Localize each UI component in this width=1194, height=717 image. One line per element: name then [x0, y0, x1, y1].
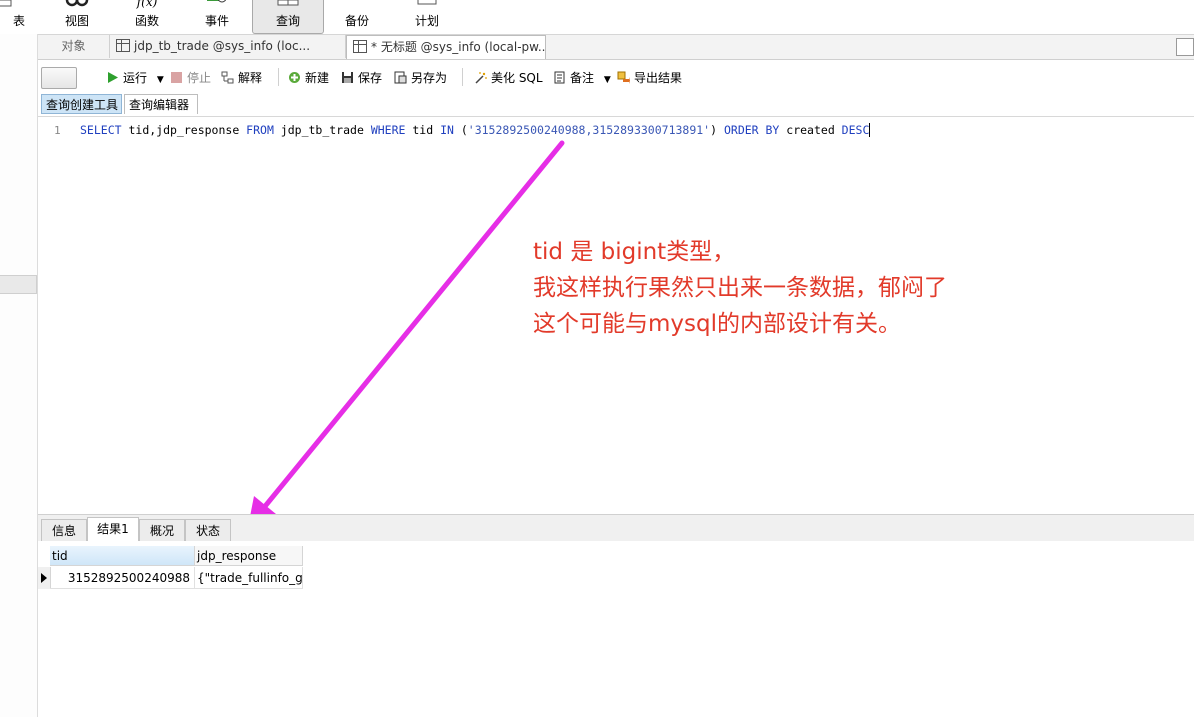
- table-cell-jdp-response[interactable]: {"trade_fullinfo_get: [195, 567, 303, 589]
- tab-overview[interactable]: 概况: [139, 519, 185, 541]
- current-row-arrow-icon: [41, 573, 47, 583]
- column-header-tid[interactable]: tid: [50, 546, 195, 566]
- annotation-line-2: 我这样执行果然只出来一条数据，郁闷了: [533, 275, 947, 301]
- tab-result-1[interactable]: 结果1: [87, 517, 139, 542]
- tab-status[interactable]: 状态: [185, 519, 231, 541]
- result-grid: tid jdp_response 3152892500240988 {"trad…: [38, 541, 1194, 717]
- table-cell-tid[interactable]: 3152892500240988: [50, 567, 195, 589]
- arrow-shaft: [259, 140, 565, 513]
- tab-info[interactable]: 信息: [41, 519, 87, 541]
- annotation-line-1: tid 是 bigint类型，: [533, 239, 736, 265]
- annotation-line-3: 这个可能与mysql的内部设计有关。: [533, 311, 901, 337]
- result-tab-strip: 信息 结果1 概况 状态: [38, 514, 1194, 542]
- column-header-jdp-response[interactable]: jdp_response: [195, 546, 303, 566]
